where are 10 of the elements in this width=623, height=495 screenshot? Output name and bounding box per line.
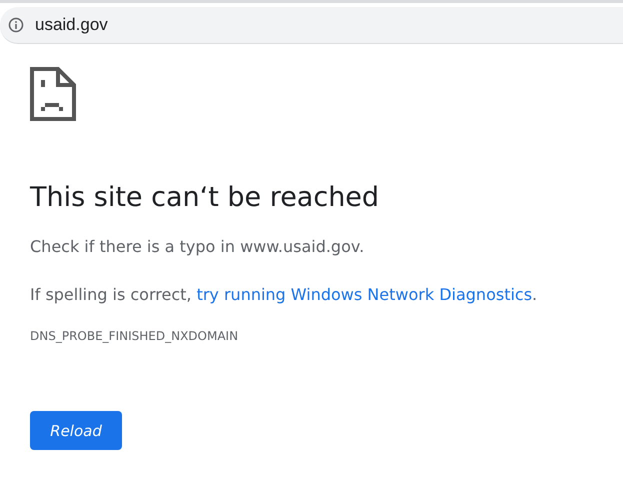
address-bar[interactable]: usaid.gov	[0, 7, 623, 44]
url-text: usaid.gov	[35, 15, 108, 35]
suggestion-text: If spelling is correct, try running Windows Network Diagnostics.	[30, 284, 538, 306]
reload-button[interactable]: Reload	[30, 411, 122, 450]
error-title: This site can‘t be reached	[30, 181, 380, 215]
error-message: Check if there is a typo in www.usaid.gov.	[30, 236, 366, 258]
diagnostics-link[interactable]: try running Windows Network Diagnostics	[196, 285, 532, 304]
sad-page-icon	[30, 67, 76, 121]
info-icon[interactable]	[8, 17, 24, 33]
error-code: DNS_PROBE_FINISHED_NXDOMAIN	[30, 329, 240, 343]
